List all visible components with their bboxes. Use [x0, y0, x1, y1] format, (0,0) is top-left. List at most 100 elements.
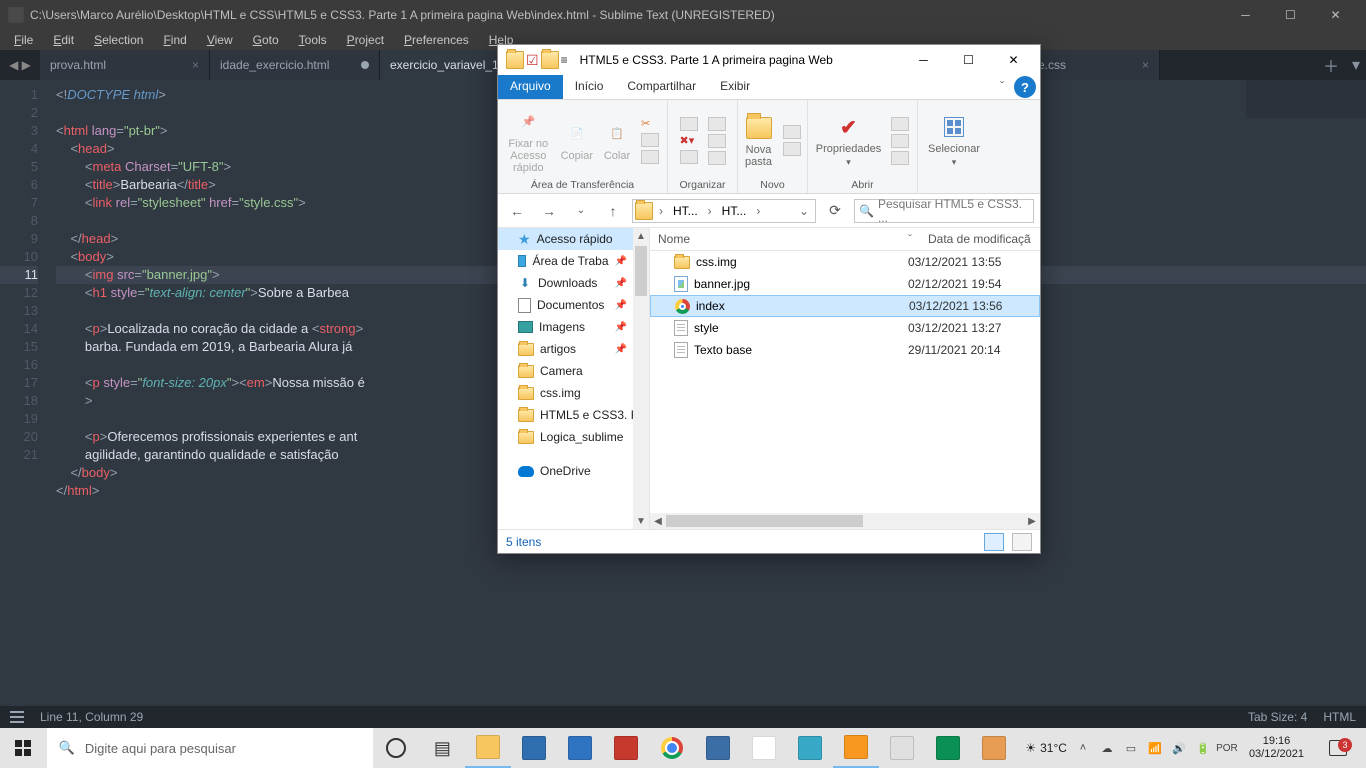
view-icons-button[interactable]: [1012, 533, 1032, 551]
tree-item[interactable]: css.img: [498, 382, 649, 404]
taskbar-app-msstore[interactable]: [511, 728, 557, 768]
up-button[interactable]: ↑: [600, 198, 626, 224]
volume-icon[interactable]: 🔊: [1171, 740, 1187, 756]
tree-item[interactable]: Camera: [498, 360, 649, 382]
tree-item[interactable]: Área de Traba📌: [498, 250, 649, 272]
touchpad-icon[interactable]: ▭: [1123, 740, 1139, 756]
copy-button[interactable]: 📄Copiar: [561, 120, 593, 162]
taskbar-app-app1[interactable]: [695, 728, 741, 768]
menu-icon[interactable]: [10, 711, 24, 723]
language-indicator[interactable]: POR: [1219, 740, 1235, 756]
minimize-button[interactable]: ─: [1223, 0, 1268, 30]
menu-find[interactable]: Find: [155, 32, 194, 48]
tab-size[interactable]: Tab Size: 4: [1248, 710, 1307, 724]
taskbar-app-app2[interactable]: [879, 728, 925, 768]
back-button[interactable]: ←: [504, 198, 530, 224]
menu-edit[interactable]: Edit: [45, 32, 82, 48]
editor-tab[interactable]: idade_exercicio.html: [210, 50, 380, 80]
ribbon-tab-share[interactable]: Compartilhar: [615, 75, 708, 99]
taskbar-app-app3[interactable]: [925, 728, 971, 768]
system-tray[interactable]: ☀ 31°C ˄ ☁ ▭ 📶 🔊 🔋 POR 19:1603/12/2021 3: [1017, 735, 1366, 761]
help-icon[interactable]: ?: [1014, 76, 1036, 98]
recent-button[interactable]: ⌄: [568, 198, 594, 224]
tree-item[interactable]: Documentos📌: [498, 294, 649, 316]
tray-chevron-icon[interactable]: ˄: [1075, 740, 1091, 756]
taskbar-app-itunes[interactable]: [741, 728, 787, 768]
file-row[interactable]: css.img03/12/2021 13:55: [650, 251, 1040, 273]
editor-tab[interactable]: prova.html×: [40, 50, 210, 80]
tree-item[interactable]: Imagens📌: [498, 316, 649, 338]
syntax-mode[interactable]: HTML: [1323, 710, 1356, 724]
tree-scrollbar[interactable]: ▲▼: [633, 228, 649, 529]
minimize-button[interactable]: ─: [901, 45, 946, 75]
maximize-button[interactable]: ☐: [1268, 0, 1313, 30]
ribbon-tab-file[interactable]: Arquivo: [498, 75, 563, 99]
weather-widget[interactable]: ☀ 31°C: [1025, 741, 1067, 755]
menu-file[interactable]: File: [6, 32, 41, 48]
menu-preferences[interactable]: Preferences: [396, 32, 477, 48]
column-headers[interactable]: Nome ˇ Data de modificaçã: [650, 228, 1040, 251]
forward-button[interactable]: →: [536, 198, 562, 224]
tree-item[interactable]: OneDrive: [498, 460, 649, 482]
address-bar[interactable]: › HT...› HT...› ⌄: [632, 199, 816, 223]
tree-item[interactable]: ⬇Downloads📌: [498, 272, 649, 294]
taskbar-app-explorer[interactable]: [465, 728, 511, 768]
maximize-button[interactable]: ☐: [946, 45, 991, 75]
properties-button[interactable]: ✔Propriedades▾: [816, 113, 881, 168]
taskbar-app-news[interactable]: [603, 728, 649, 768]
minimap[interactable]: [1246, 80, 1366, 118]
onedrive-icon[interactable]: ☁: [1099, 740, 1115, 756]
start-button[interactable]: [0, 728, 47, 768]
list-hscrollbar[interactable]: ◀▶: [650, 513, 1040, 529]
line-gutter[interactable]: 123456789101112131415161718192021: [0, 80, 48, 706]
qat-icons[interactable]: ☑ ≡: [502, 51, 572, 69]
close-button[interactable]: ✕: [1313, 0, 1358, 30]
tree-item[interactable]: HTML5 e CSS3. P: [498, 404, 649, 426]
nav-tree[interactable]: ★Acesso rápidoÁrea de Traba📌⬇Downloads📌D…: [498, 228, 650, 529]
taskbar-app-app4[interactable]: [971, 728, 1017, 768]
pin-button[interactable]: 📌Fixar no Acesso rápido: [506, 108, 551, 174]
taskbar-app-taskview[interactable]: ▤: [419, 728, 465, 768]
file-row[interactable]: banner.jpg02/12/2021 19:54: [650, 273, 1040, 295]
qat-item[interactable]: ☑: [526, 52, 539, 69]
close-button[interactable]: ✕: [991, 45, 1036, 75]
taskbar-app-edge[interactable]: [787, 728, 833, 768]
file-list[interactable]: Nome ˇ Data de modificaçã css.img03/12/2…: [650, 228, 1040, 529]
notifications-button[interactable]: 3: [1318, 740, 1358, 756]
clock[interactable]: 19:1603/12/2021: [1243, 735, 1310, 761]
file-row[interactable]: style03/12/2021 13:27: [650, 317, 1040, 339]
search-box[interactable]: 🔍 Pesquisar HTML5 e CSS3. ...: [854, 199, 1034, 223]
menu-goto[interactable]: Goto: [245, 32, 287, 48]
file-row[interactable]: Texto base29/11/2021 20:14: [650, 339, 1040, 361]
taskbar-app-mail[interactable]: [557, 728, 603, 768]
menu-project[interactable]: Project: [339, 32, 392, 48]
sublime-statusbar[interactable]: Line 11, Column 29 Tab Size: 4 HTML: [0, 706, 1366, 728]
taskbar-app-sublime[interactable]: [833, 728, 879, 768]
tab-menu-button[interactable]: ▾: [1346, 50, 1366, 80]
refresh-button[interactable]: ⟳: [822, 198, 848, 224]
view-details-button[interactable]: [984, 533, 1004, 551]
menu-tools[interactable]: Tools: [291, 32, 335, 48]
taskbar-app-cortana[interactable]: [373, 728, 419, 768]
battery-icon[interactable]: 🔋: [1195, 740, 1211, 756]
tab-scroll-arrows[interactable]: ◀ ▶: [0, 50, 40, 80]
tree-item[interactable]: ★Acesso rápido: [498, 228, 649, 250]
taskbar[interactable]: 🔍 Digite aqui para pesquisar ▤ ☀ 31°C ˄ …: [0, 728, 1366, 768]
ribbon-tab-home[interactable]: Início: [563, 75, 616, 99]
taskbar-app-chrome[interactable]: [649, 728, 695, 768]
menu-selection[interactable]: Selection: [86, 32, 151, 48]
qat-item[interactable]: ≡: [561, 53, 568, 67]
explorer-titlebar[interactable]: ☑ ≡ HTML5 e CSS3. Parte 1 A primeira pag…: [498, 45, 1040, 75]
new-folder-button[interactable]: Nova pasta: [745, 114, 773, 168]
explorer-window[interactable]: ☑ ≡ HTML5 e CSS3. Parte 1 A primeira pag…: [497, 44, 1041, 554]
new-tab-button[interactable]: ＋: [1316, 50, 1346, 80]
tree-item[interactable]: Logica_sublime: [498, 426, 649, 448]
tree-item[interactable]: artigos📌: [498, 338, 649, 360]
ribbon-tab-view[interactable]: Exibir: [708, 75, 762, 99]
select-button[interactable]: Selecionar▾: [928, 113, 980, 168]
wifi-icon[interactable]: 📶: [1147, 740, 1163, 756]
taskbar-search[interactable]: 🔍 Digite aqui para pesquisar: [47, 728, 374, 768]
ribbon-collapse[interactable]: ˇ: [994, 75, 1010, 99]
paste-button[interactable]: 📋Colar: [603, 120, 631, 162]
menu-view[interactable]: View: [199, 32, 241, 48]
